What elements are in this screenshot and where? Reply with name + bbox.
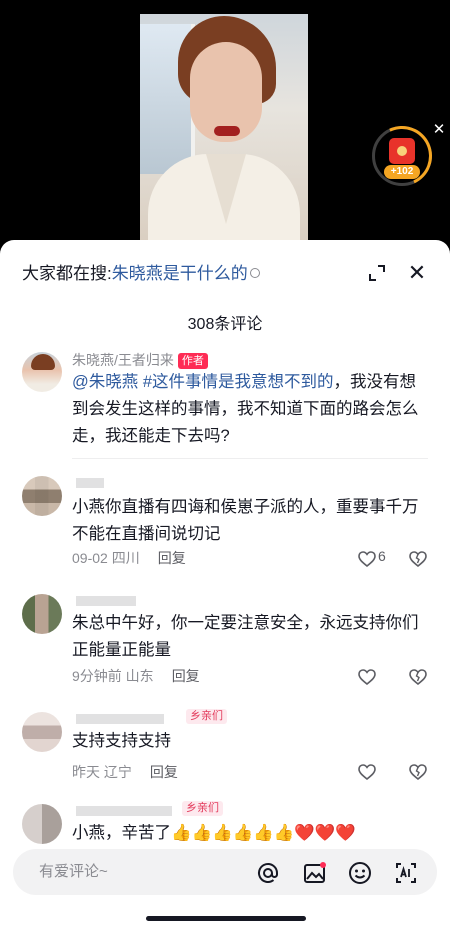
avatar[interactable] bbox=[22, 352, 62, 392]
comment-time-location: 09-02 四川 bbox=[72, 550, 140, 566]
comment-username-blurred[interactable] bbox=[76, 478, 104, 488]
comment-text[interactable]: @朱晓燕 #这件事情是我意想不到的，我没有想到会发生这样的事情，我不知道下面的路… bbox=[72, 369, 432, 450]
image-icon[interactable] bbox=[303, 861, 327, 885]
comment-input-bar[interactable]: 有爱评论~ bbox=[13, 849, 437, 895]
divider bbox=[72, 458, 428, 459]
comment-count: 308条评论 bbox=[187, 316, 263, 333]
like-count: 6 bbox=[378, 548, 386, 564]
comment-username-blurred[interactable] bbox=[76, 806, 172, 816]
comment-time-location: 9分钟前 山东 bbox=[72, 668, 154, 684]
video-person-lips bbox=[214, 126, 240, 136]
video-frame bbox=[140, 14, 308, 250]
fellow-badge: 乡亲们 bbox=[182, 801, 223, 816]
red-packet-badge: +102 bbox=[384, 165, 420, 179]
broken-heart-icon[interactable] bbox=[409, 764, 427, 780]
search-icon bbox=[249, 268, 260, 278]
close-icon[interactable]: ✕ bbox=[431, 122, 447, 138]
avatar[interactable] bbox=[22, 804, 62, 844]
heart-icon[interactable] bbox=[358, 551, 376, 567]
comments-sheet: 大家都在搜:朱晓燕是干什么的 ✕ 308条评论 朱晓燕/王者归来 作者 @朱晓燕 … bbox=[0, 240, 450, 927]
comment-username-blurred[interactable] bbox=[76, 714, 164, 724]
heart-icon[interactable] bbox=[358, 764, 376, 780]
expand-icon[interactable] bbox=[368, 264, 386, 282]
home-indicator[interactable] bbox=[146, 916, 306, 921]
avatar[interactable] bbox=[22, 476, 62, 516]
comment-username[interactable]: 朱晓燕/王者归来 作者 bbox=[72, 350, 208, 370]
related-search-prefix: 大家都在搜: bbox=[22, 264, 112, 283]
comment-input[interactable]: 有爱评论~ bbox=[39, 849, 108, 895]
comment-text[interactable]: 支持支持支持 bbox=[72, 728, 432, 755]
broken-heart-icon[interactable] bbox=[409, 669, 427, 685]
red-packet-icon[interactable] bbox=[389, 138, 415, 164]
avatar-hair bbox=[31, 354, 55, 370]
emoji-icon[interactable] bbox=[348, 861, 372, 885]
heart-icon[interactable] bbox=[358, 669, 376, 685]
reply-button[interactable]: 回复 bbox=[158, 550, 186, 566]
close-comments-icon[interactable]: ✕ bbox=[406, 262, 428, 284]
comment-meta: 9分钟前 山东 回复 bbox=[72, 666, 200, 686]
at-mention-icon[interactable] bbox=[256, 861, 280, 885]
comment-meta: 昨天 辽宁 回复 bbox=[72, 762, 178, 782]
avatar[interactable] bbox=[22, 712, 62, 752]
reply-button[interactable]: 回复 bbox=[150, 764, 178, 780]
broken-heart-icon[interactable] bbox=[409, 551, 427, 567]
reply-button[interactable]: 回复 bbox=[172, 668, 200, 684]
fellow-badge: 乡亲们 bbox=[186, 709, 227, 724]
comment-meta: 09-02 四川 回复 bbox=[72, 548, 186, 568]
comment-time-location: 昨天 辽宁 bbox=[72, 764, 132, 780]
comment-text[interactable]: 朱总中午好，你一定要注意安全，永远支持你们正能量正能量 bbox=[72, 610, 432, 664]
author-badge: 作者 bbox=[177, 353, 208, 369]
related-search-term[interactable]: 朱晓燕是干什么的 bbox=[112, 264, 248, 283]
video-player[interactable]: ✕ +102 bbox=[0, 0, 450, 250]
comment-text[interactable]: 小燕你直播有四诲和侯崽子派的人，重要事千万不能在直播间说切记 bbox=[72, 494, 432, 548]
comment-username-blurred[interactable] bbox=[76, 596, 136, 606]
avatar[interactable] bbox=[22, 594, 62, 634]
comment-mention[interactable]: @朱晓燕 #这件事情是我意想不到的 bbox=[72, 373, 334, 391]
comment-username-text: 朱晓燕/王者归来 bbox=[72, 352, 174, 368]
ai-assist-icon[interactable] bbox=[394, 861, 418, 885]
comment-text[interactable]: 小燕，辛苦了👍👍👍👍👍👍❤️❤️❤️ bbox=[72, 820, 432, 847]
related-search[interactable]: 大家都在搜:朱晓燕是干什么的 bbox=[22, 262, 260, 286]
